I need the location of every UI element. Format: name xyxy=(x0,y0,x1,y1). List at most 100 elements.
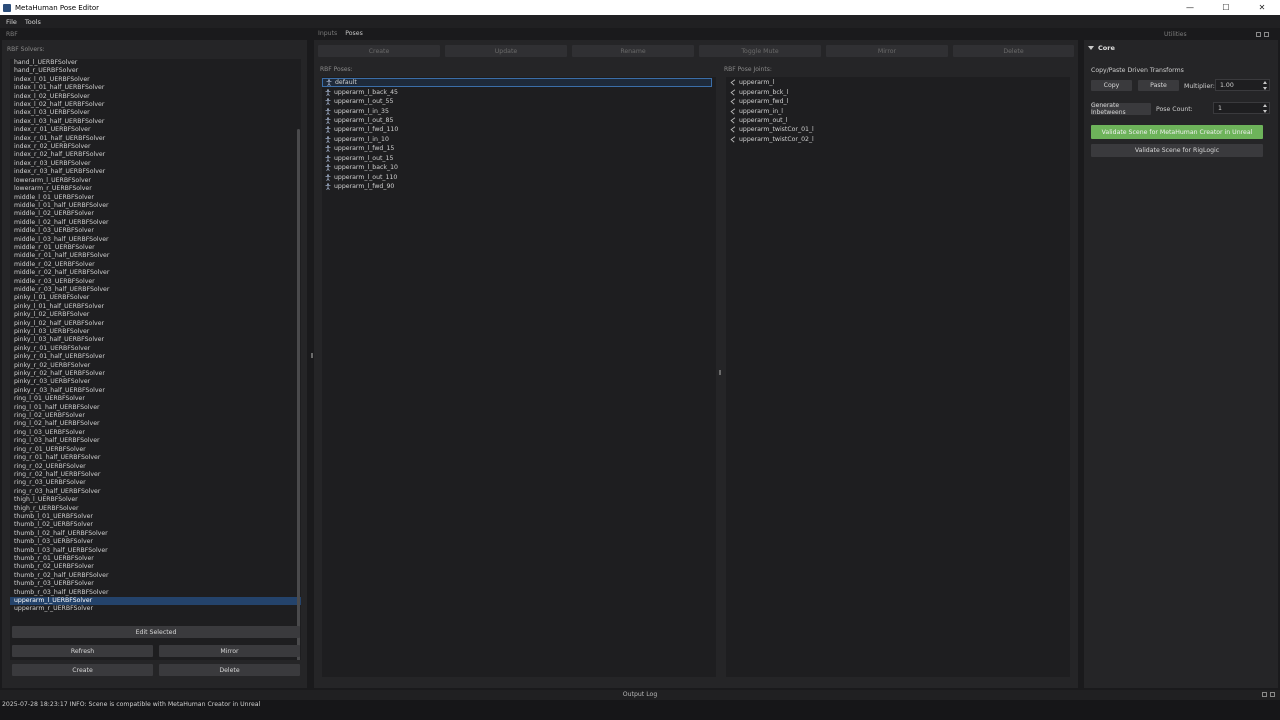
solver-list-item[interactable]: upperarm_r_UERBFSolver xyxy=(10,605,301,613)
create-solver-button[interactable]: Create xyxy=(12,664,153,676)
pose-list-item[interactable]: upperarm_l_out_85 xyxy=(322,116,716,125)
joint-list-item[interactable]: upperarm_in_l xyxy=(726,106,1070,115)
pose-list-item[interactable]: upperarm_l_out_55 xyxy=(322,97,716,106)
menu-tools[interactable]: Tools xyxy=(25,18,41,26)
spin-arrows-icon[interactable] xyxy=(1262,104,1267,113)
solver-list-item[interactable]: ring_l_01_UERBFSolver xyxy=(10,395,301,403)
solver-list-item[interactable]: index_r_02_half_UERBFSolver xyxy=(10,151,301,159)
solver-list-scrollbar[interactable] xyxy=(297,129,300,660)
tab-poses[interactable]: Poses xyxy=(345,30,363,39)
solver-list-item[interactable]: pinky_r_03_UERBFSolver xyxy=(10,378,301,386)
joint-list-item[interactable]: upperarm_out_l xyxy=(726,116,1070,125)
rename-pose-button[interactable]: Rename xyxy=(572,45,694,57)
joint-list-item[interactable]: upperarm_l xyxy=(726,78,1070,87)
toggle-mute-button[interactable]: Toggle Mute xyxy=(699,45,821,57)
edit-selected-button[interactable]: Edit Selected xyxy=(12,626,300,638)
validate-riglogic-button[interactable]: Validate Scene for RigLogic xyxy=(1091,144,1263,157)
pose-list-item[interactable]: upperarm_l_in_35 xyxy=(322,106,716,115)
solver-list-item[interactable]: thigh_l_UERBFSolver xyxy=(10,496,301,504)
update-pose-button[interactable]: Update xyxy=(445,45,567,57)
solver-list-item[interactable]: middle_r_03_half_UERBFSolver xyxy=(10,286,301,294)
solver-list-item[interactable]: thumb_r_03_half_UERBFSolver xyxy=(10,589,301,597)
paste-button[interactable]: Paste xyxy=(1138,80,1179,91)
float-icon[interactable] xyxy=(1262,692,1267,697)
solver-list-item[interactable]: ring_l_02_half_UERBFSolver xyxy=(10,420,301,428)
create-pose-button[interactable]: Create xyxy=(318,45,440,57)
solver-list-item[interactable]: middle_l_02_UERBFSolver xyxy=(10,210,301,218)
solver-list-item[interactable]: upperarm_l_UERBFSolver xyxy=(10,597,301,606)
solver-list-item[interactable]: lowerarm_r_UERBFSolver xyxy=(10,185,301,193)
solver-list-item[interactable]: thigh_r_UERBFSolver xyxy=(10,505,301,513)
pose-list-item[interactable]: upperarm_l_back_45 xyxy=(322,87,716,96)
solver-list-item[interactable]: thumb_r_03_UERBFSolver xyxy=(10,580,301,588)
close-dock-icon[interactable] xyxy=(1264,32,1269,37)
solver-list-item[interactable]: pinky_r_01_half_UERBFSolver xyxy=(10,353,301,361)
solver-list-item[interactable]: ring_r_03_UERBFSolver xyxy=(10,479,301,487)
left-splitter-handle[interactable] xyxy=(311,353,313,358)
solver-list-item[interactable]: thumb_r_02_UERBFSolver xyxy=(10,563,301,571)
solver-list-item[interactable]: middle_l_02_half_UERBFSolver xyxy=(10,219,301,227)
solver-list-item[interactable]: hand_r_UERBFSolver xyxy=(10,67,301,75)
solver-list-item[interactable]: ring_r_02_UERBFSolver xyxy=(10,463,301,471)
solver-list-item[interactable]: middle_l_01_UERBFSolver xyxy=(10,194,301,202)
pose-count-spinbox[interactable]: 1 xyxy=(1213,102,1270,114)
solver-list-item[interactable]: middle_r_03_UERBFSolver xyxy=(10,278,301,286)
solver-list-item[interactable]: pinky_l_02_UERBFSolver xyxy=(10,311,301,319)
solver-list-item[interactable]: thumb_l_02_UERBFSolver xyxy=(10,521,301,529)
multiplier-spinbox[interactable]: 1.00 xyxy=(1215,79,1270,91)
joint-list-item[interactable]: upperarm_bck_l xyxy=(726,87,1070,96)
center-splitter-handle[interactable] xyxy=(719,370,721,375)
pose-list-item[interactable]: upperarm_l_in_10 xyxy=(322,135,716,144)
solver-list-item[interactable]: pinky_r_02_UERBFSolver xyxy=(10,362,301,370)
solver-list-item[interactable]: ring_l_02_UERBFSolver xyxy=(10,412,301,420)
solver-list-item[interactable]: middle_l_03_UERBFSolver xyxy=(10,227,301,235)
tab-inputs[interactable]: Inputs xyxy=(318,30,337,39)
maximize-icon[interactable]: ☐ xyxy=(1208,0,1244,15)
solver-list-item[interactable]: middle_r_01_UERBFSolver xyxy=(10,244,301,252)
solver-list-item[interactable]: pinky_r_02_half_UERBFSolver xyxy=(10,370,301,378)
solver-list-item[interactable]: thumb_r_02_half_UERBFSolver xyxy=(10,572,301,580)
solver-list-item[interactable]: pinky_l_02_half_UERBFSolver xyxy=(10,320,301,328)
solver-list-item[interactable]: ring_l_01_half_UERBFSolver xyxy=(10,404,301,412)
solver-list-item[interactable]: pinky_r_01_UERBFSolver xyxy=(10,345,301,353)
pose-list-item[interactable]: upperarm_l_out_110 xyxy=(322,172,716,181)
solver-list-item[interactable]: ring_l_03_half_UERBFSolver xyxy=(10,437,301,445)
mirror-solver-button[interactable]: Mirror xyxy=(159,645,300,657)
mirror-pose-button[interactable]: Mirror xyxy=(826,45,948,57)
delete-solver-button[interactable]: Delete xyxy=(159,664,300,676)
solver-list-item[interactable]: index_l_01_UERBFSolver xyxy=(10,76,301,84)
poses-list[interactable]: default upperarm_l_back_45 upperarm_l_out_… xyxy=(322,77,716,677)
menu-file[interactable]: File xyxy=(6,18,17,26)
solver-list-item[interactable]: ring_r_01_half_UERBFSolver xyxy=(10,454,301,462)
solver-list-item[interactable]: pinky_r_03_half_UERBFSolver xyxy=(10,387,301,395)
pose-list-item[interactable]: upperarm_l_fwd_15 xyxy=(322,144,716,153)
generate-inbetweens-button[interactable]: Generate Inbetweens xyxy=(1091,102,1151,116)
pose-list-item[interactable]: default xyxy=(322,78,712,88)
solver-list-item[interactable]: middle_r_02_UERBFSolver xyxy=(10,261,301,269)
solver-list-item[interactable]: index_l_02_UERBFSolver xyxy=(10,93,301,101)
solver-list-item[interactable]: index_l_02_half_UERBFSolver xyxy=(10,101,301,109)
float-icon[interactable] xyxy=(1256,32,1261,37)
solver-list-item[interactable]: index_r_01_half_UERBFSolver xyxy=(10,135,301,143)
solver-list-item[interactable]: index_l_03_UERBFSolver xyxy=(10,109,301,117)
copy-button[interactable]: Copy xyxy=(1091,80,1132,91)
spin-arrows-icon[interactable] xyxy=(1262,81,1267,90)
close-dock-icon[interactable] xyxy=(1270,692,1275,697)
pose-list-item[interactable]: upperarm_l_out_15 xyxy=(322,154,716,163)
solver-list-item[interactable]: index_r_03_UERBFSolver xyxy=(10,160,301,168)
solver-list-item[interactable]: middle_r_01_half_UERBFSolver xyxy=(10,252,301,260)
pose-list-item[interactable]: upperarm_l_back_10 xyxy=(322,163,716,172)
solver-list-item[interactable]: middle_r_02_half_UERBFSolver xyxy=(10,269,301,277)
core-section-header[interactable]: Core xyxy=(1088,44,1115,52)
minimize-icon[interactable]: — xyxy=(1172,0,1208,15)
solver-list-item[interactable]: index_r_03_half_UERBFSolver xyxy=(10,168,301,176)
solver-list-item[interactable]: thumb_l_01_UERBFSolver xyxy=(10,513,301,521)
solver-list-item[interactable]: hand_l_UERBFSolver xyxy=(10,59,301,67)
solver-list-item[interactable]: index_l_01_half_UERBFSolver xyxy=(10,84,301,92)
pose-list-item[interactable]: upperarm_l_fwd_110 xyxy=(322,125,716,134)
solver-list-item[interactable]: middle_l_01_half_UERBFSolver xyxy=(10,202,301,210)
close-icon[interactable]: ✕ xyxy=(1244,0,1280,15)
solver-list-item[interactable]: pinky_l_01_UERBFSolver xyxy=(10,294,301,302)
delete-pose-button[interactable]: Delete xyxy=(953,45,1074,57)
solver-list[interactable]: hand_l_UERBFSolver hand_r_UERBFSolver inde… xyxy=(10,59,301,660)
